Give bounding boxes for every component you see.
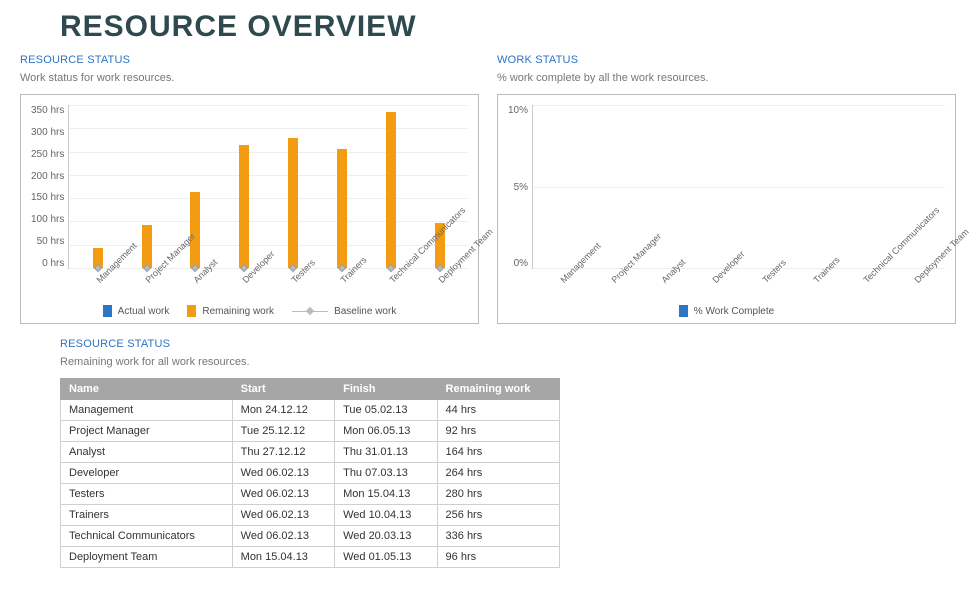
resource-status-subtitle: Work status for work resources. (20, 72, 479, 84)
legend-actual-work: Actual work (103, 305, 170, 317)
table-row: DeveloperWed 06.02.13Thu 07.03.13264 hrs (61, 463, 560, 484)
work-status-subtitle: % work complete by all the work resource… (497, 72, 956, 84)
bar-remaining-work (142, 225, 152, 268)
legend-label: Remaining work (202, 306, 274, 317)
table-cell: Tue 25.12.12 (232, 421, 334, 442)
bar-remaining-work (386, 112, 396, 268)
table-cell: Mon 24.12.12 (232, 400, 334, 421)
table-cell: Wed 01.05.13 (335, 547, 437, 568)
table-cell: Thu 07.03.13 (335, 463, 437, 484)
table-cell: Tue 05.02.13 (335, 400, 437, 421)
resource-status-panel: RESOURCE STATUS Work status for work res… (20, 54, 479, 324)
y-tick: 10% (508, 105, 528, 116)
table-row: Project ManagerTue 25.12.12Mon 06.05.139… (61, 421, 560, 442)
legend-label: Actual work (118, 306, 170, 317)
table-header-cell: Remaining work (437, 379, 559, 400)
table-cell: Mon 06.05.13 (335, 421, 437, 442)
table-cell: Technical Communicators (61, 526, 233, 547)
table-title: RESOURCE STATUS (60, 338, 560, 350)
table-cell: Mon 15.04.13 (335, 484, 437, 505)
y-tick: 5% (508, 182, 528, 193)
resource-status-chart: 350 hrs 300 hrs 250 hrs 200 hrs 150 hrs 100 h… (20, 94, 479, 324)
table-row: TrainersWed 06.02.13Wed 10.04.13256 hrs (61, 505, 560, 526)
table-cell: 336 hrs (437, 526, 559, 547)
table-cell: Wed 06.02.13 (232, 463, 334, 484)
y-tick: 250 hrs (31, 149, 64, 160)
y-tick: 300 hrs (31, 127, 64, 138)
table-row: AnalystThu 27.12.12Thu 31.01.13164 hrs (61, 442, 560, 463)
y-tick: 150 hrs (31, 192, 64, 203)
table-cell: Developer (61, 463, 233, 484)
table-cell: Wed 10.04.13 (335, 505, 437, 526)
actual-work-swatch-icon (103, 305, 112, 317)
y-tick: 350 hrs (31, 105, 64, 116)
legend-remaining-work: Remaining work (187, 305, 274, 317)
table-cell: 164 hrs (437, 442, 559, 463)
remaining-work-swatch-icon (187, 305, 196, 317)
table-cell: Management (61, 400, 233, 421)
y-tick: 0 hrs (31, 258, 64, 269)
table-cell: 280 hrs (437, 484, 559, 505)
bar-remaining-work (337, 149, 347, 268)
table-subtitle: Remaining work for all work resources. (60, 356, 560, 368)
table-cell: 92 hrs (437, 421, 559, 442)
resource-status-table: NameStartFinishRemaining work Management… (60, 378, 560, 568)
table-cell: Mon 15.04.13 (232, 547, 334, 568)
table-header-cell: Start (232, 379, 334, 400)
table-cell: 264 hrs (437, 463, 559, 484)
table-cell: Wed 20.03.13 (335, 526, 437, 547)
bar-remaining-work (190, 192, 200, 268)
legend-label: % Work Complete (694, 306, 774, 317)
table-header-cell: Name (61, 379, 233, 400)
table-cell: Project Manager (61, 421, 233, 442)
baseline-swatch-icon (292, 308, 328, 314)
table-cell: Testers (61, 484, 233, 505)
bar-remaining-work (239, 145, 249, 268)
table-cell: Wed 06.02.13 (232, 484, 334, 505)
pct-complete-swatch-icon (679, 305, 688, 317)
table-cell: Wed 06.02.13 (232, 505, 334, 526)
table-cell: 256 hrs (437, 505, 559, 526)
table-cell: Thu 31.01.13 (335, 442, 437, 463)
bar-remaining-work (288, 138, 298, 268)
y-tick: 100 hrs (31, 214, 64, 225)
resource-status-title: RESOURCE STATUS (20, 54, 479, 66)
table-cell: Thu 27.12.12 (232, 442, 334, 463)
table-cell: Analyst (61, 442, 233, 463)
table-cell: Wed 06.02.13 (232, 526, 334, 547)
table-cell: 44 hrs (437, 400, 559, 421)
table-cell: 96 hrs (437, 547, 559, 568)
page-title: RESOURCE OVERVIEW (60, 10, 956, 44)
work-status-chart: 10%5%0% ManagementProject ManagerAnalyst… (497, 94, 956, 324)
legend-baseline-work: Baseline work (292, 306, 396, 317)
table-row: Technical CommunicatorsWed 06.02.13Wed 2… (61, 526, 560, 547)
work-status-title: WORK STATUS (497, 54, 956, 66)
y-tick: 200 hrs (31, 171, 64, 182)
table-row: ManagementMon 24.12.12Tue 05.02.1344 hrs (61, 400, 560, 421)
table-row: TestersWed 06.02.13Mon 15.04.13280 hrs (61, 484, 560, 505)
resource-status-table-section: RESOURCE STATUS Remaining work for all w… (60, 338, 560, 568)
legend-label: Baseline work (334, 306, 396, 317)
table-cell: Trainers (61, 505, 233, 526)
work-status-panel: WORK STATUS % work complete by all the w… (497, 54, 956, 324)
y-tick: 0% (508, 258, 528, 269)
table-cell: Deployment Team (61, 547, 233, 568)
legend-pct-work-complete: % Work Complete (679, 305, 774, 317)
table-header-cell: Finish (335, 379, 437, 400)
y-tick: 50 hrs (31, 236, 64, 247)
table-row: Deployment TeamMon 15.04.13Wed 01.05.139… (61, 547, 560, 568)
